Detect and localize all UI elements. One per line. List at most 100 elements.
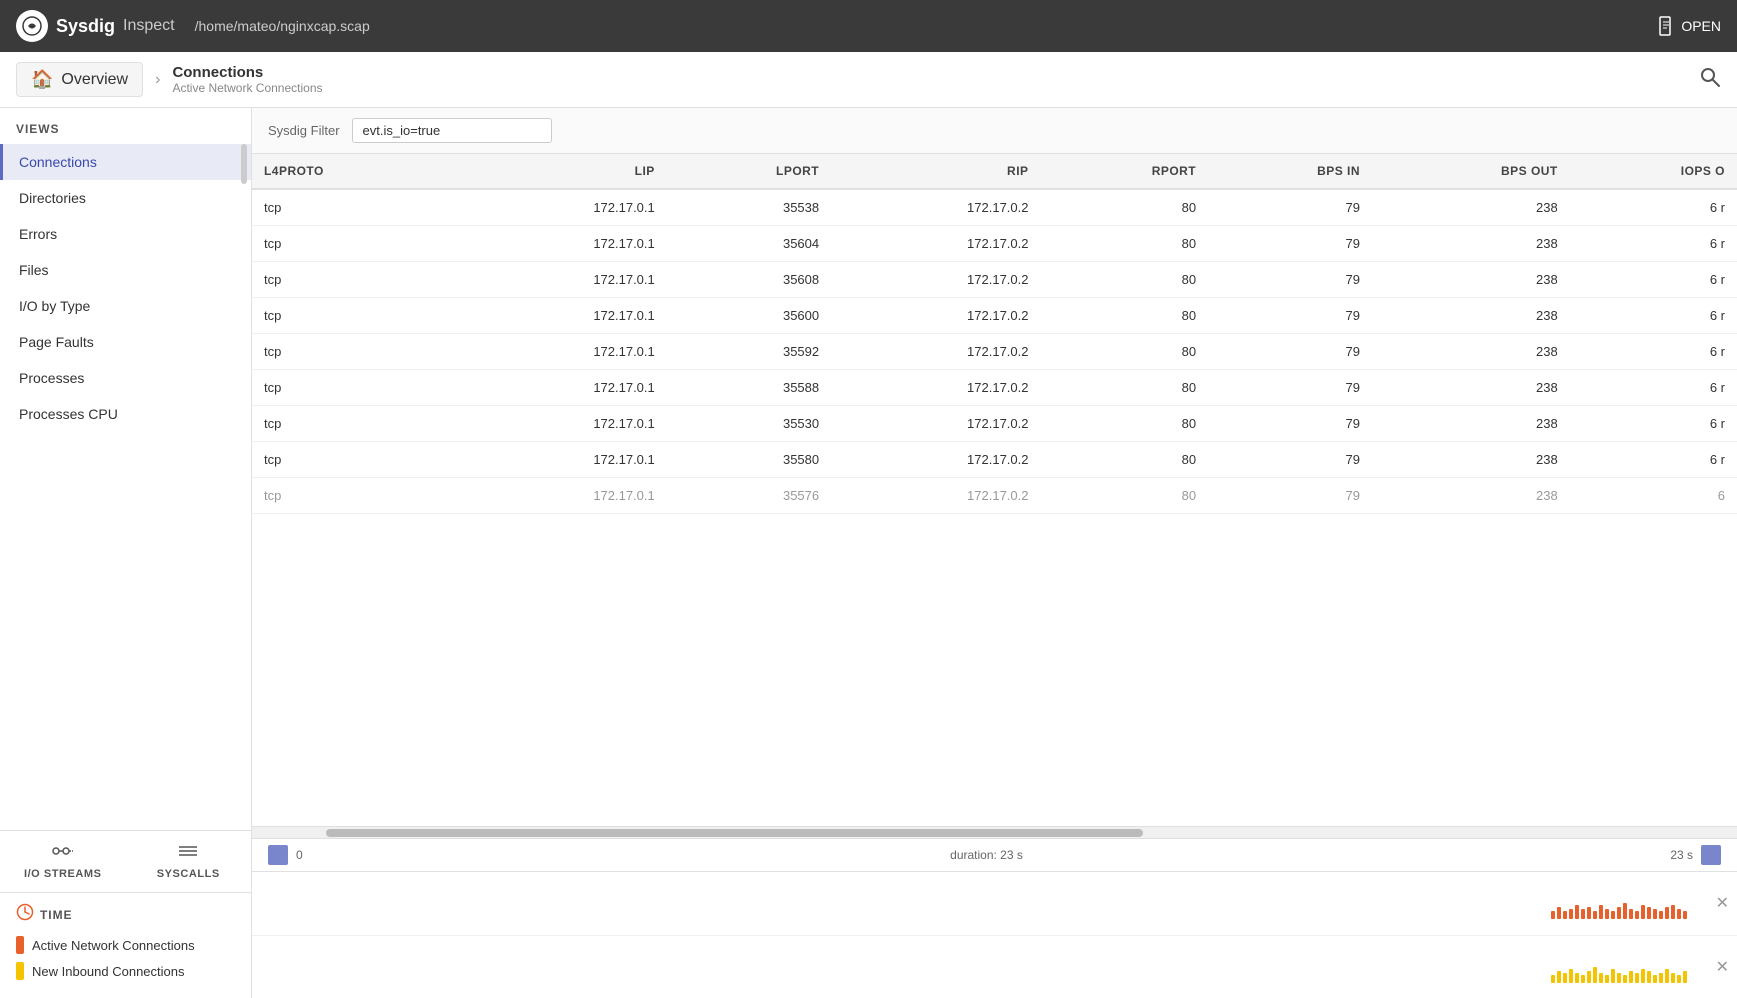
ruler-end: 23 s (1670, 848, 1693, 862)
timeline-bar (1677, 975, 1681, 983)
sidebar-item-connections[interactable]: Connections (0, 144, 251, 180)
timeline-bar (1635, 973, 1639, 983)
table-row[interactable]: tcp 172.17.0.1 35604 172.17.0.2 80 79 23… (252, 226, 1737, 262)
timeline-bar (1635, 911, 1639, 919)
cell-bps-in: 79 (1208, 442, 1372, 478)
time-label: TIME (40, 908, 73, 922)
sidebar-item-processes-cpu[interactable]: Processes CPU (0, 396, 251, 432)
cell-lport: 35538 (667, 189, 831, 226)
cell-lip: 172.17.0.1 (457, 298, 666, 334)
cell-proto: tcp (252, 298, 457, 334)
horizontal-scrollbar[interactable] (252, 826, 1737, 838)
sidebar-bottom: I/O STREAMS SYSCALLS (0, 830, 251, 892)
timeline-bar (1605, 909, 1609, 919)
cell-rip: 172.17.0.2 (831, 189, 1040, 226)
syscalls-button[interactable]: SYSCALLS (126, 831, 252, 892)
col-lip: LIP (457, 154, 666, 189)
cell-iops: 6 r (1570, 334, 1737, 370)
ruler-duration: duration: 23 s (319, 848, 1655, 862)
sidebar-list: Connections Directories Errors Files I/O… (0, 144, 251, 830)
cell-bps-in: 79 (1208, 226, 1372, 262)
open-label: OPEN (1681, 18, 1721, 34)
open-button[interactable]: OPEN (1659, 16, 1721, 36)
timeline-bar (1581, 975, 1585, 983)
cell-lip: 172.17.0.1 (457, 226, 666, 262)
cell-rip: 172.17.0.2 (831, 334, 1040, 370)
timeline-bar (1617, 907, 1621, 919)
timeline-bar (1599, 905, 1603, 919)
cell-lip: 172.17.0.1 (457, 370, 666, 406)
timeline-bar (1563, 911, 1567, 919)
table-header-row: L4PROTO LIP LPORT RIP RPORT BPS IN BPS O… (252, 154, 1737, 189)
timeline-bar (1569, 969, 1573, 983)
sidebar-item-processes[interactable]: Processes (0, 360, 251, 396)
table-row[interactable]: tcp 172.17.0.1 35580 172.17.0.2 80 79 23… (252, 442, 1737, 478)
io-streams-button[interactable]: I/O STREAMS (0, 831, 126, 892)
timeline-bar (1575, 973, 1579, 983)
cell-iops: 6 r (1570, 262, 1737, 298)
cell-proto: tcp (252, 406, 457, 442)
sidebar-item-io-by-type[interactable]: I/O by Type (0, 288, 251, 324)
cell-lip: 172.17.0.1 (457, 334, 666, 370)
timeline-item-new-inbound: New Inbound Connections (16, 962, 235, 980)
overview-label: Overview (61, 71, 128, 89)
timeline-charts: ✕ ✕ (252, 872, 1737, 998)
ruler-handle-right[interactable] (1701, 845, 1721, 865)
timeline-bar (1677, 909, 1681, 919)
timeline-bar (1683, 971, 1687, 983)
table-row[interactable]: tcp 172.17.0.1 35608 172.17.0.2 80 79 23… (252, 262, 1737, 298)
inspect-label: Inspect (123, 17, 175, 35)
cell-lport: 35604 (667, 226, 831, 262)
sidebar-item-directories[interactable]: Directories (0, 180, 251, 216)
table-row[interactable]: tcp 172.17.0.1 35592 172.17.0.2 80 79 23… (252, 334, 1737, 370)
table-row[interactable]: tcp 172.17.0.1 35530 172.17.0.2 80 79 23… (252, 406, 1737, 442)
timeline-bar (1593, 967, 1597, 983)
timeline-bar (1665, 969, 1669, 983)
home-icon: 🏠 (31, 69, 53, 90)
cell-rport: 80 (1041, 189, 1209, 226)
col-rport: RPORT (1041, 154, 1209, 189)
close-inbound-timeline[interactable]: ✕ (1716, 957, 1729, 977)
sidebar-item-page-faults[interactable]: Page Faults (0, 324, 251, 360)
table-row[interactable]: tcp 172.17.0.1 35576 172.17.0.2 80 79 23… (252, 478, 1737, 514)
sidebar-time: TIME Active Network Connections New Inbo… (0, 892, 251, 998)
timeline-bar (1581, 909, 1585, 919)
cell-bps-out: 238 (1372, 189, 1570, 226)
timeline-bar (1647, 971, 1651, 983)
cell-rip: 172.17.0.2 (831, 226, 1040, 262)
timeline-bar (1653, 909, 1657, 919)
close-active-timeline[interactable]: ✕ (1716, 893, 1729, 913)
breadcrumb-sub: Active Network Connections (172, 81, 322, 95)
hscroll-thumb[interactable] (326, 829, 1143, 837)
cell-lip: 172.17.0.1 (457, 189, 666, 226)
cell-lip: 172.17.0.1 (457, 478, 666, 514)
cell-iops: 6 r (1570, 370, 1737, 406)
filter-input[interactable] (352, 118, 552, 143)
col-iops: IOPS O (1570, 154, 1737, 189)
timeline-bar (1629, 971, 1633, 983)
cell-rport: 80 (1041, 406, 1209, 442)
timeline-bar (1563, 973, 1567, 983)
cell-lip: 172.17.0.1 (457, 406, 666, 442)
timeline-bar (1569, 909, 1573, 919)
col-bps-in: BPS IN (1208, 154, 1372, 189)
cell-bps-out: 238 (1372, 406, 1570, 442)
cell-proto: tcp (252, 442, 457, 478)
sidebar: VIEWS Connections Directories Errors Fil… (0, 108, 252, 998)
cell-iops: 6 r (1570, 189, 1737, 226)
sysdig-label: Sysdig (56, 16, 115, 37)
table-row[interactable]: tcp 172.17.0.1 35538 172.17.0.2 80 79 23… (252, 189, 1737, 226)
overview-button[interactable]: 🏠 Overview (16, 62, 143, 97)
timeline-bar (1587, 971, 1591, 983)
timeline-bar (1665, 907, 1669, 919)
table-row[interactable]: tcp 172.17.0.1 35588 172.17.0.2 80 79 23… (252, 370, 1737, 406)
cell-bps-out: 238 (1372, 442, 1570, 478)
active-connections-dot (16, 936, 24, 954)
ruler-handle-left[interactable] (268, 845, 288, 865)
sidebar-item-files[interactable]: Files (0, 252, 251, 288)
sidebar-item-errors[interactable]: Errors (0, 216, 251, 252)
table-row[interactable]: tcp 172.17.0.1 35600 172.17.0.2 80 79 23… (252, 298, 1737, 334)
cell-bps-out: 238 (1372, 226, 1570, 262)
timeline-bar (1605, 975, 1609, 983)
search-button[interactable] (1699, 66, 1721, 94)
